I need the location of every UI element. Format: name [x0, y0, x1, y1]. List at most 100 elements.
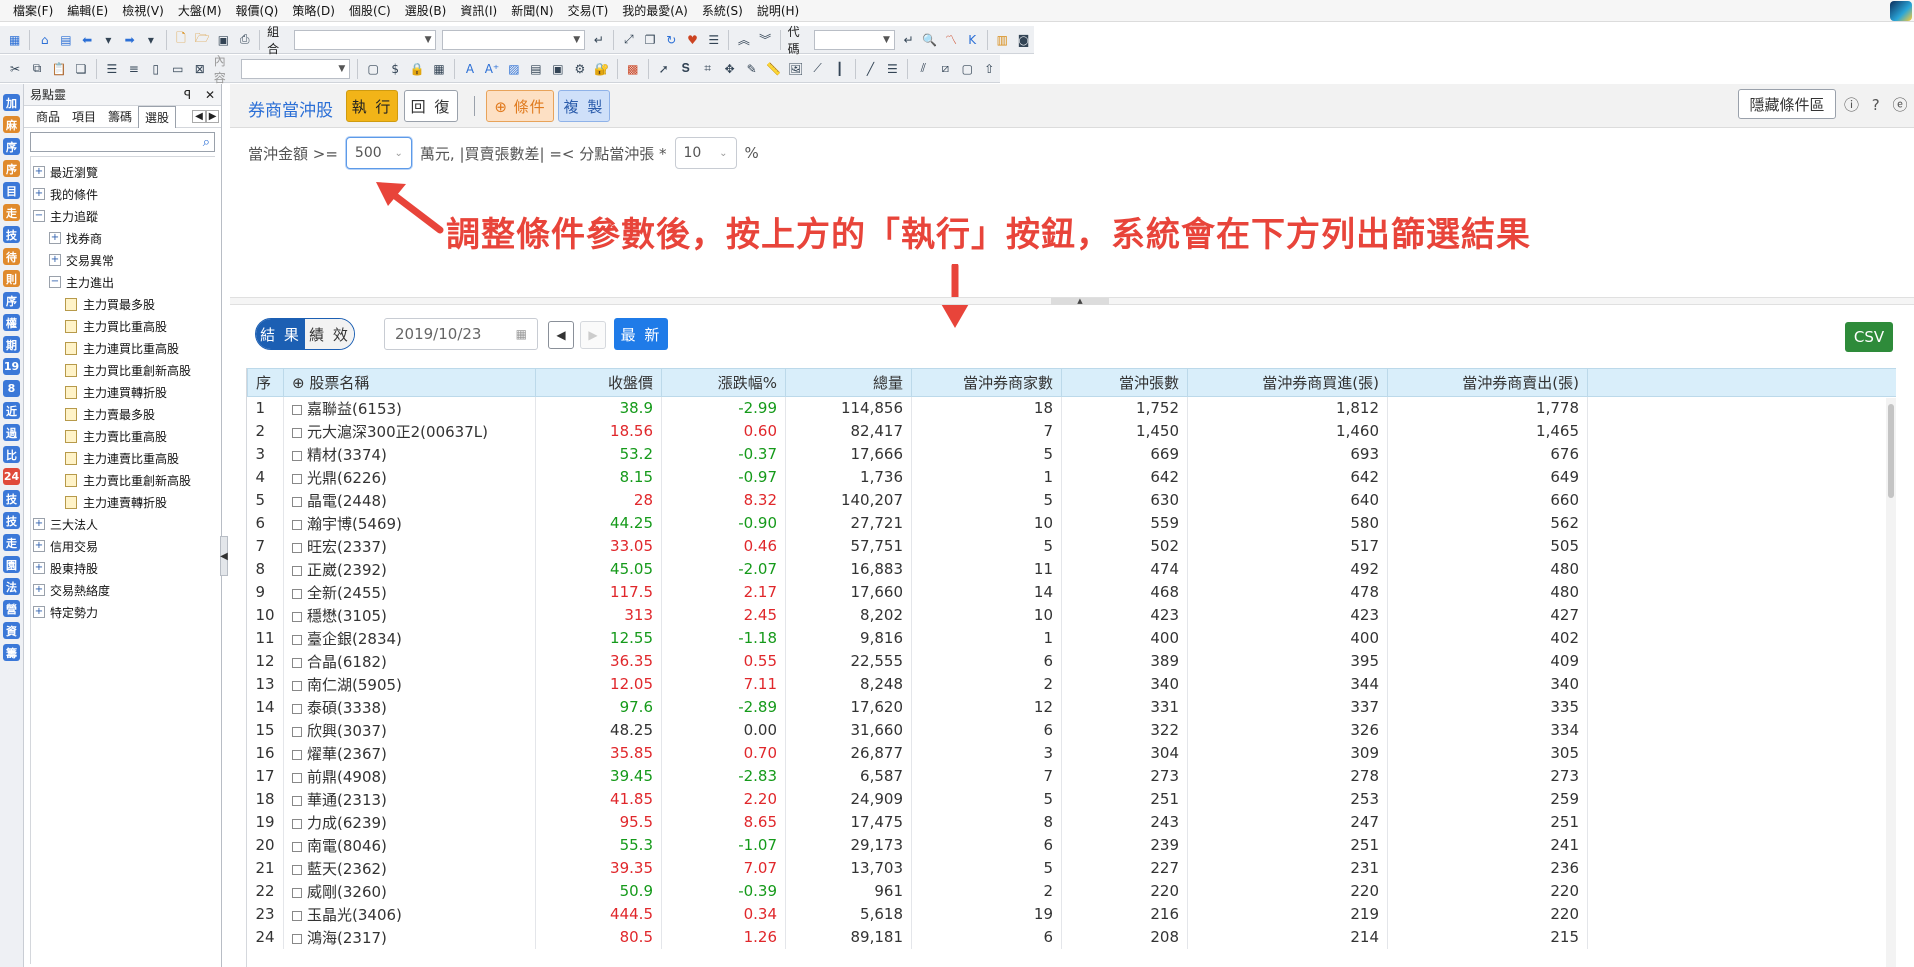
table-row[interactable]: 12 合晶(6182) 36.35 0.55 22,555 6 389 395 409: [247, 649, 1896, 673]
quick-function-icon[interactable]: 權: [3, 314, 20, 331]
cut-icon[interactable]: ✂: [6, 59, 24, 79]
open-folder-icon[interactable]: 🗁: [194, 30, 211, 50]
col-seq[interactable]: 序: [247, 368, 284, 397]
tab-scroll-left-icon[interactable]: ◀: [192, 110, 206, 123]
menu-item[interactable]: 新聞(N): [504, 2, 560, 19]
hide-condition-button[interactable]: 隱藏條件區: [1738, 89, 1836, 119]
expand-icon[interactable]: +: [33, 606, 45, 618]
quick-function-icon[interactable]: 技: [3, 226, 20, 243]
table-row[interactable]: 13 南仁湖(5905) 12.05 7.11 8,248 2 340 344 340: [247, 672, 1896, 696]
table-row[interactable]: 17 前鼎(4908) 39.45 -2.83 6,587 7 273 278 273: [247, 764, 1896, 788]
stock-name-text[interactable]: 威剛(3260): [307, 883, 387, 901]
close-window-icon[interactable]: ⊠: [191, 59, 209, 79]
quick-function-icon[interactable]: 則: [3, 270, 20, 287]
font-size-icon[interactable]: A: [461, 59, 479, 79]
row-checkbox[interactable]: [292, 680, 302, 691]
stock-name-text[interactable]: 力成(6239): [307, 814, 387, 832]
menu-item[interactable]: 選股(B): [398, 2, 454, 19]
box-icon[interactable]: ▢: [958, 59, 976, 79]
pin-icon[interactable]: ꟼ: [184, 88, 191, 102]
image2-icon[interactable]: 🖼: [787, 59, 805, 79]
candle-icon[interactable]: ┃: [831, 59, 849, 79]
align-rows-icon[interactable]: ☰: [103, 59, 121, 79]
report-icon[interactable]: ▥: [994, 30, 1011, 50]
menu-item[interactable]: 我的最愛(A): [615, 2, 695, 19]
new-file-icon[interactable]: 🗋: [172, 30, 189, 50]
info-help-icons[interactable]: ⓘ ? ⓔ: [1844, 94, 1912, 115]
stock-name-text[interactable]: 正崴(2392): [307, 561, 387, 579]
quick-function-icon[interactable]: 走: [3, 204, 20, 221]
row-checkbox[interactable]: [292, 427, 302, 438]
table-row[interactable]: 1 嘉聯益(6153) 38.9 -2.99 114,856 18 1,752 1,812 1,…: [247, 396, 1896, 420]
stock-name-text[interactable]: 燿華(2367): [307, 745, 387, 763]
table-row[interactable]: 10 穩懋(3105) 313 2.45 8,202 10 423 423 427: [247, 603, 1896, 627]
stock-name-text[interactable]: 穩懋(3105): [307, 607, 387, 625]
stock-name-text[interactable]: 元大滬深300正2(00637L): [307, 423, 488, 441]
table-row[interactable]: 8 正崴(2392) 45.05 -2.07 16,883 11 474 492 480: [247, 557, 1896, 581]
panel-collapse-handle[interactable]: ◀: [220, 536, 228, 576]
tab-scroll-right-icon[interactable]: ▶: [205, 110, 220, 123]
row-checkbox[interactable]: [292, 887, 302, 898]
quick-function-icon[interactable]: 8: [3, 380, 20, 397]
next-date-button[interactable]: ▶: [580, 321, 606, 349]
tab-stock-screen[interactable]: 選股: [138, 105, 177, 128]
search-icon[interactable]: ⌕: [203, 135, 210, 150]
arrow-up-icon[interactable]: ⇧: [980, 59, 998, 79]
table-row[interactable]: 3 精材(3374) 53.2 -0.37 17,666 5 669 693 676: [247, 442, 1896, 466]
forward-dropdown-icon[interactable]: ▾: [142, 30, 159, 50]
tree-node[interactable]: + 股東持股: [31, 557, 215, 579]
stock-name-text[interactable]: 精材(3374): [307, 446, 387, 464]
print-icon[interactable]: ⎙: [236, 30, 253, 50]
menu-item[interactable]: 檢視(V): [115, 2, 171, 19]
row-checkbox[interactable]: [292, 450, 302, 461]
hlines-icon[interactable]: ☰: [883, 59, 901, 79]
menu-item[interactable]: 檔案(F): [6, 2, 60, 19]
parallel-icon[interactable]: ⧄: [936, 59, 954, 79]
layout-icon[interactable]: ▦: [6, 30, 23, 50]
prev-date-button[interactable]: ◀: [548, 321, 574, 349]
grid-icon[interactable]: ▦: [430, 59, 448, 79]
col-close[interactable]: 收盤價: [535, 368, 662, 397]
list-icon[interactable]: ☰: [705, 30, 722, 50]
k-chart-icon[interactable]: K: [964, 30, 981, 50]
tree-node[interactable]: 主力連賣轉折股: [31, 491, 215, 513]
stock-name-text[interactable]: 藍天(2362): [307, 860, 387, 878]
image-icon[interactable]: ▨: [505, 59, 523, 79]
table-row[interactable]: 20 南電(8046) 55.3 -1.07 29,173 6 239 251 241: [247, 833, 1896, 857]
stock-name-text[interactable]: 前鼎(4908): [307, 768, 387, 786]
table-row[interactable]: 21 藍天(2362) 39.35 7.07 13,703 5 227 231 236: [247, 856, 1896, 880]
menu-item[interactable]: 策略(D): [285, 2, 342, 19]
csv-export-button[interactable]: CSV: [1845, 322, 1893, 352]
tab-product[interactable]: 商品: [30, 106, 66, 127]
row-checkbox[interactable]: [292, 496, 302, 507]
diagonal-icon[interactable]: ⫽: [914, 59, 932, 79]
search-icon[interactable]: 🔍: [921, 30, 938, 50]
stock-name-text[interactable]: 華通(2313): [307, 791, 387, 809]
collapse-icon[interactable]: −: [33, 210, 45, 222]
row-checkbox[interactable]: [292, 519, 302, 530]
scrollbar-thumb[interactable]: [1888, 404, 1894, 498]
table-row[interactable]: 7 旺宏(2337) 33.05 0.46 57,751 5 502 517 505: [247, 534, 1896, 558]
row-checkbox[interactable]: [292, 772, 302, 783]
menu-item[interactable]: 大盤(M): [171, 2, 229, 19]
row-checkbox[interactable]: [292, 634, 302, 645]
easy-search-input[interactable]: ⌕: [30, 132, 215, 152]
chevron-down-double-icon[interactable]: ︾: [756, 30, 773, 50]
stock-name-text[interactable]: 合晶(6182): [307, 653, 387, 671]
row-checkbox[interactable]: [292, 726, 302, 737]
table-row[interactable]: 24 鴻海(2317) 80.5 1.26 89,181 6 208 214 215: [247, 925, 1896, 949]
table-row[interactable]: 5 晶電(2448) 28 8.32 140,207 5 630 640 660: [247, 488, 1896, 512]
row-checkbox[interactable]: [292, 795, 302, 806]
table-row[interactable]: 6 瀚宇博(5469) 44.25 -0.90 27,721 10 559 580 562: [247, 511, 1896, 535]
tree-node[interactable]: + 三大法人: [31, 513, 215, 535]
quick-function-icon[interactable]: 19: [3, 358, 20, 375]
row-checkbox[interactable]: [292, 657, 302, 668]
tree-node[interactable]: − 主力追蹤: [31, 205, 215, 227]
tree-node[interactable]: 主力賣最多股: [31, 403, 215, 425]
stock-name-text[interactable]: 欣興(3037): [307, 722, 387, 740]
align-lines-icon[interactable]: ≡: [125, 59, 143, 79]
row-checkbox[interactable]: [292, 749, 302, 760]
refresh-icon[interactable]: ↻: [663, 30, 680, 50]
stock-name-text[interactable]: 臺企銀(2834): [307, 630, 402, 648]
table-row[interactable]: 2 元大滬深300正2(00637L) 18.56 0.60 82,417 7 1,450 1…: [247, 419, 1896, 443]
